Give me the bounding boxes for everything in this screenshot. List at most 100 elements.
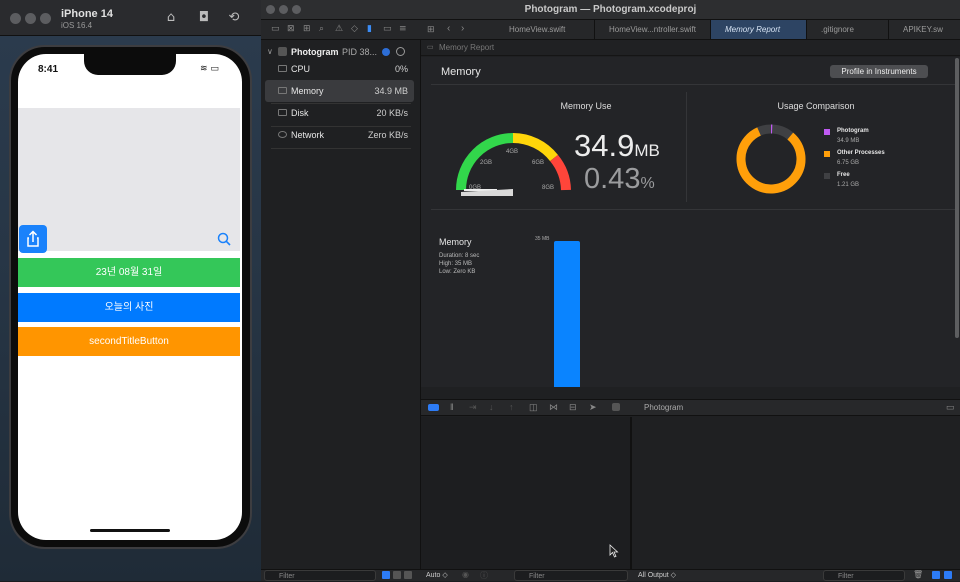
todays-photo-button[interactable]: 오늘의 사진 — [18, 293, 240, 322]
forward-icon[interactable]: › — [461, 23, 464, 34]
graph-high: High: 35 MB — [439, 261, 473, 267]
tab-memory-report[interactable]: Memory Report — [711, 20, 807, 39]
share-button[interactable] — [19, 225, 47, 253]
hide-debug-icon[interactable]: ▭ — [946, 402, 955, 413]
show-console-icon[interactable] — [944, 571, 952, 579]
second-title-button[interactable]: secondTitleButton — [18, 327, 240, 356]
search-icon[interactable] — [216, 231, 232, 247]
eye-icon[interactable]: ◉ — [462, 570, 469, 579]
profile-in-instruments-button[interactable]: Profile in Instruments — [830, 65, 928, 78]
tab-apikey[interactable]: APIKEY.sw — [889, 20, 960, 39]
find-icon[interactable]: ⌕ — [319, 24, 324, 34]
debug-navigator: ∨ Photogram PID 38... CPU 0% Memory 34.9… — [261, 40, 421, 570]
home-indicator[interactable] — [90, 529, 170, 532]
gauge-label: 2GB — [480, 160, 493, 166]
xcode-titlebar: Photogram — Photogram.xcodeproj — [261, 0, 960, 20]
breakpoint-icon[interactable]: ▭ — [383, 24, 392, 34]
variables-scope-select[interactable]: Auto ◇ — [426, 571, 448, 579]
back-icon[interactable]: ‹ — [447, 23, 450, 34]
memory-graph-bar — [554, 241, 580, 387]
screenshot-icon[interactable]: ◘ — [196, 10, 212, 26]
rotate-icon[interactable]: ⟲ — [226, 10, 242, 26]
breadcrumb-icon: ▭ — [427, 44, 434, 51]
step-over-icon[interactable]: ⇥ — [469, 402, 477, 413]
legend-value: 1.21 GB — [837, 182, 860, 188]
folder-icon[interactable]: ▭ — [271, 24, 280, 34]
test-icon[interactable]: ◇ — [351, 24, 358, 34]
memory-graph-icon[interactable]: ⋈ — [549, 402, 558, 413]
info-icon[interactable]: ⓘ — [480, 570, 488, 581]
console-output[interactable] — [634, 417, 960, 570]
grid-icon[interactable]: ⊞ — [427, 24, 435, 35]
navigator-filter-field[interactable]: Filter — [264, 570, 376, 581]
zoom-window-button[interactable] — [40, 13, 51, 24]
gauge-memory[interactable]: Memory 34.9 MB — [265, 80, 414, 102]
disclosure-chevron-icon[interactable]: ∨ — [267, 47, 273, 56]
usage-comparison-title: Usage Comparison — [777, 101, 855, 111]
filter-option-icon[interactable] — [382, 571, 390, 579]
simulator-toolbar: iPhone 14 iOS 16.4 ⌂ ◘ ⟲ — [0, 0, 261, 36]
view-hierarchy-icon[interactable]: ◫ — [529, 402, 538, 413]
gauge-value: 34.9 MB — [374, 86, 408, 96]
breadcrumb-item[interactable]: Memory Report — [439, 43, 494, 52]
tab-homeview[interactable]: HomeView.swift — [495, 20, 595, 39]
filter-option-icon[interactable] — [404, 571, 412, 579]
legend-swatch — [824, 173, 830, 179]
memory-gauge — [456, 133, 571, 196]
home-icon[interactable]: ⌂ — [163, 10, 179, 26]
console-filter-field[interactable]: Filter — [823, 570, 905, 581]
os-version: iOS 16.4 — [61, 21, 93, 30]
gauge-label: 0GB — [469, 185, 482, 191]
graph-duration: Duration: 8 sec — [439, 253, 480, 259]
step-out-icon[interactable]: ↑ — [509, 402, 514, 412]
memory-use-title: Memory Use — [560, 101, 612, 111]
environment-icon[interactable]: ⊟ — [569, 402, 577, 413]
mouse-cursor-icon — [609, 544, 619, 558]
share-icon — [27, 230, 39, 247]
trash-icon[interactable]: 🗑 — [913, 570, 923, 579]
memory-value: 34.9MB — [574, 128, 660, 164]
breakpoints-toggle-icon[interactable] — [428, 404, 439, 411]
variables-filter-field[interactable]: Filter — [514, 570, 628, 581]
console-output-select[interactable]: All Output ◇ — [638, 571, 676, 579]
tab-gitignore[interactable]: .gitignore — [807, 20, 889, 39]
legend-swatch — [824, 151, 830, 157]
symbol-icon[interactable]: ⊞ — [303, 24, 311, 34]
settings-icon[interactable] — [396, 47, 405, 56]
minimize-window-button[interactable] — [25, 13, 36, 24]
close-window-button[interactable] — [10, 13, 21, 24]
gauge-label: 6GB — [532, 160, 545, 166]
percent-unit: % — [640, 175, 655, 192]
simulator-window: iPhone 14 iOS 16.4 ⌂ ◘ ⟲ 8:41 ≋ ▭ 23년 08… — [0, 0, 261, 581]
variables-view — [421, 417, 632, 570]
filter-option-icon[interactable] — [393, 571, 401, 579]
source-control-icon[interactable]: ⊠ — [287, 24, 295, 34]
cpu-icon — [278, 65, 287, 72]
app-icon — [612, 403, 620, 411]
show-variables-icon[interactable] — [932, 571, 940, 579]
location-icon[interactable]: ➤ — [589, 402, 597, 413]
report-icon[interactable]: ≡ — [399, 24, 407, 34]
gauge-cpu[interactable]: CPU 0% — [265, 58, 414, 80]
date-button[interactable]: 23년 08월 31일 — [18, 258, 240, 287]
debug-target: Photogram — [644, 403, 684, 412]
gauge-label: CPU — [291, 64, 311, 74]
report-title: Memory — [441, 66, 481, 78]
navigator-toolbar: ▭ ⊠ ⊞ ⌕ ⚠ ◇ ▮ ▭ ≡ — [261, 20, 421, 40]
divider — [431, 84, 955, 85]
process-pid: PID 38... — [342, 47, 378, 57]
pause-icon[interactable]: ‖ — [450, 402, 454, 412]
issue-icon[interactable]: ⚠ — [335, 24, 343, 34]
gauge-disk[interactable]: Disk 20 KB/s — [265, 102, 414, 124]
vertical-scrollbar[interactable] — [955, 58, 959, 338]
graph-low: Low: Zero KB — [439, 269, 476, 275]
gauge-label: Disk — [291, 108, 309, 118]
gauge-label: Memory — [291, 86, 324, 96]
network-icon — [278, 131, 287, 138]
gauge-network[interactable]: Network Zero KB/s — [265, 124, 414, 146]
debug-navigator-icon[interactable]: ▮ — [367, 24, 372, 34]
step-in-icon[interactable]: ↓ — [489, 402, 494, 412]
legend-name: Other Processes — [837, 150, 885, 156]
gauge-value: Zero KB/s — [367, 130, 408, 140]
tab-homeviewcontroller[interactable]: HomeView...ntroller.swift — [595, 20, 711, 39]
